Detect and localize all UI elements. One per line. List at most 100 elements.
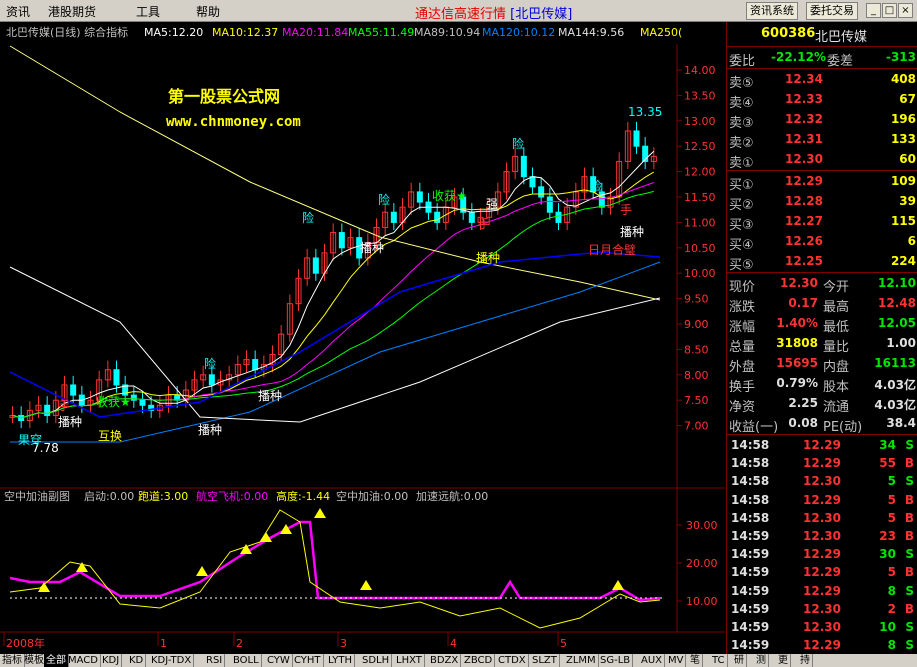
sub-yuanhang: 加速远航:0.00 bbox=[416, 489, 488, 503]
sell-level-row[interactable]: 卖③ 12.32 196 bbox=[727, 110, 917, 131]
tick-volume: 5 bbox=[887, 510, 896, 525]
menu-help[interactable]: 帮助 bbox=[196, 3, 220, 20]
minimize-icon[interactable]: _ bbox=[866, 3, 881, 18]
quote-price: 12.27 bbox=[785, 214, 823, 228]
sell-level-row[interactable]: 卖④ 12.33 67 bbox=[727, 90, 917, 111]
stat-row: 换手 0.79% 股本 4.03亿 bbox=[727, 374, 917, 395]
stat-label: 净资 bbox=[729, 400, 756, 415]
tab-25[interactable]: 测 bbox=[754, 654, 769, 667]
tick-time: 14:59 bbox=[731, 620, 770, 634]
price-tick-label: 11.00 bbox=[684, 216, 716, 229]
tab-12[interactable]: SDLH bbox=[360, 654, 393, 667]
app-title-text: 通达信高速行情 bbox=[415, 7, 507, 22]
tick-price: 12.30 bbox=[803, 474, 841, 489]
tick-time: 14:58 bbox=[731, 510, 770, 525]
tab-21[interactable]: MV bbox=[666, 654, 687, 667]
news-system-button[interactable]: 资讯系统 bbox=[746, 2, 798, 20]
buy-level-row[interactable]: 买② 12.28 39 bbox=[727, 192, 917, 213]
maximize-icon[interactable]: □ bbox=[882, 3, 897, 18]
candlesticks bbox=[9, 121, 657, 429]
price-tick-label: 14.00 bbox=[684, 64, 716, 77]
price-tick-label: 13.00 bbox=[684, 115, 716, 128]
tick-volume: 5 bbox=[887, 474, 896, 489]
tab-13[interactable]: LHXT bbox=[394, 654, 425, 667]
quote-label: 卖③ bbox=[729, 116, 754, 131]
candle-body bbox=[113, 369, 120, 386]
tab-18[interactable]: ZLMM bbox=[564, 654, 599, 667]
candle-body bbox=[208, 374, 215, 386]
tab-5[interactable]: KD bbox=[127, 654, 147, 667]
tab-17[interactable]: SLZT bbox=[530, 654, 560, 667]
quote-label: 卖② bbox=[729, 136, 754, 151]
buy-level-row[interactable]: 买⑤ 12.25 224 bbox=[727, 252, 917, 273]
sell-level-row[interactable]: 卖① 12.30 60 bbox=[727, 150, 917, 171]
signal-annotation: 播种 bbox=[476, 251, 500, 265]
buy-level-row[interactable]: 买③ 12.27 115 bbox=[727, 212, 917, 233]
tab-14[interactable]: BDZX bbox=[428, 654, 462, 667]
triangle-signal bbox=[196, 566, 208, 576]
tick-row: 14:58 12.30 5 S bbox=[727, 472, 917, 492]
tab-11[interactable]: LYTH bbox=[326, 654, 355, 667]
tab-15[interactable]: ZBCD bbox=[462, 654, 496, 667]
tab-9[interactable]: CYW bbox=[265, 654, 293, 667]
tab-24[interactable]: 研 bbox=[732, 654, 747, 667]
price-tick-label: 8.50 bbox=[684, 343, 709, 356]
price-tick-label: 13.50 bbox=[684, 89, 716, 102]
tab-22[interactable]: 笔 bbox=[688, 654, 703, 667]
ma89-label: MA89:10.94 bbox=[414, 26, 480, 39]
tab-4[interactable]: KDJ bbox=[100, 654, 123, 667]
quote-price: 12.28 bbox=[785, 194, 823, 208]
tab-6[interactable]: KDJ-TDX bbox=[149, 654, 195, 667]
buy-level-row[interactable]: 买① 12.29 109 bbox=[727, 172, 917, 193]
tab-19[interactable]: SG-LB bbox=[598, 654, 634, 667]
tab-26[interactable]: 更 bbox=[776, 654, 791, 667]
tab-27[interactable]: 持 bbox=[798, 654, 813, 667]
sub-chart-title: 空中加油副图 bbox=[4, 489, 70, 503]
indicator-tab-bar: 指标 模板 全部 MACD KDJ KD KDJ-TDX RSI BOLL CYW CYHT LYTH… bbox=[0, 654, 917, 667]
kline-chart-panel[interactable]: 北巴传媒(日线) 综合指标 MA5:12.20 MA10:12.37 MA20:… bbox=[0, 22, 725, 654]
sell-level-row[interactable]: 卖② 12.31 133 bbox=[727, 130, 917, 151]
weicha-value: -313 bbox=[885, 50, 916, 64]
weibi-row: 委比 -22.12% 委差 -313 bbox=[727, 48, 917, 69]
tick-price: 12.29 bbox=[803, 547, 841, 562]
kline-chart[interactable]: 北巴传媒(日线) 综合指标 MA5:12.20 MA10:12.37 MA20:… bbox=[0, 22, 725, 654]
tick-time: 14:58 bbox=[731, 474, 770, 489]
price-tick-label: 12.00 bbox=[684, 166, 716, 179]
weibi-value: -22.12% bbox=[771, 50, 826, 64]
menu-tools[interactable]: 工具 bbox=[136, 3, 160, 20]
tick-price: 12.29 bbox=[803, 438, 841, 452]
sub-indicator-lines bbox=[9, 508, 665, 629]
tick-time: 14:59 bbox=[731, 565, 770, 580]
stat-label: 涨跌 bbox=[729, 300, 756, 315]
stat-value: 2.25 bbox=[788, 396, 818, 410]
tick-volume: 5 bbox=[887, 565, 896, 580]
price-tick-label: 11.50 bbox=[684, 191, 716, 204]
tick-time: 14:59 bbox=[731, 583, 770, 598]
tab-7[interactable]: RSI bbox=[204, 654, 226, 667]
close-icon[interactable]: × bbox=[898, 3, 913, 18]
gaodu-line bbox=[9, 509, 661, 629]
tab-16[interactable]: CTDX bbox=[496, 654, 529, 667]
tick-price: 12.30 bbox=[803, 529, 841, 543]
tick-row: 14:59 12.30 23 B bbox=[727, 527, 917, 547]
tab-3[interactable]: MACD bbox=[66, 654, 101, 667]
tab-10[interactable]: CYHT bbox=[292, 654, 324, 667]
tab-23[interactable]: TC bbox=[710, 654, 728, 667]
tab-8[interactable]: BOLL bbox=[231, 654, 262, 667]
ma55-label: MA55:11.49 bbox=[348, 26, 414, 39]
stat-label: 最高 bbox=[823, 300, 850, 315]
tick-volume: 23 bbox=[879, 529, 896, 543]
menu-news[interactable]: 资讯 bbox=[6, 3, 30, 20]
quote-volume: 109 bbox=[890, 174, 916, 188]
quote-price: 12.25 bbox=[785, 254, 823, 268]
quote-label: 卖① bbox=[729, 156, 754, 171]
sell-level-row[interactable]: 卖⑤ 12.34 408 bbox=[727, 70, 917, 91]
stat-label: 收益(一) bbox=[729, 420, 779, 435]
tick-volume: 34 bbox=[879, 438, 896, 452]
tab-20[interactable]: AUX bbox=[639, 654, 666, 667]
trade-button[interactable]: 委托交易 bbox=[806, 2, 858, 20]
menu-hk-futures[interactable]: 港股期货 bbox=[48, 3, 96, 20]
tick-volume: 55 bbox=[879, 456, 896, 471]
buy-level-row[interactable]: 买④ 12.26 6 bbox=[727, 232, 917, 253]
signal-annotation: 收获★ bbox=[432, 189, 467, 203]
